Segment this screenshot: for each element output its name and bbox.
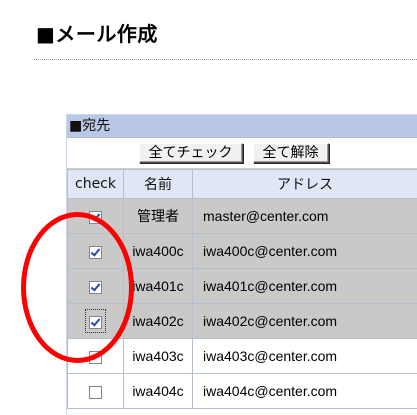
recipient-check-cell bbox=[68, 234, 124, 269]
recipient-row: 管理者master@center.com bbox=[68, 199, 417, 234]
recipient-address: iwa400c@center.com bbox=[193, 234, 417, 269]
recipient-name: iwa402c bbox=[124, 304, 193, 339]
recipient-address: iwa404c@center.com bbox=[193, 374, 417, 409]
recipient-check-cell bbox=[68, 269, 124, 304]
recipient-check-cell bbox=[68, 339, 124, 374]
recipient-name: iwa401c bbox=[124, 269, 193, 304]
recipient-name: iwa403c bbox=[124, 339, 193, 374]
column-header-name: 名前 bbox=[124, 170, 193, 199]
recipient-row: iwa402ciwa402c@center.com bbox=[68, 304, 417, 339]
recipient-row: iwa404ciwa404c@center.com bbox=[68, 374, 417, 409]
recipients-panel: ■宛先 全てチェック 全て解除 check 名前 アドレス 管理者master@… bbox=[66, 114, 417, 415]
recipient-check-cell bbox=[68, 199, 124, 234]
recipient-checkbox[interactable] bbox=[89, 316, 102, 329]
recipients-button-row: 全てチェック 全て解除 bbox=[67, 138, 417, 169]
recipient-address: iwa403c@center.com bbox=[193, 339, 417, 374]
page-title: ■メール作成 bbox=[36, 18, 158, 47]
recipient-name: iwa400c bbox=[124, 234, 193, 269]
recipient-address: master@center.com bbox=[193, 199, 417, 234]
checkbox-focus-ring bbox=[85, 309, 106, 333]
title-divider bbox=[34, 59, 417, 60]
recipient-checkbox[interactable] bbox=[89, 211, 102, 224]
recipient-check-cell bbox=[68, 374, 124, 409]
table-header-row: check 名前 アドレス bbox=[68, 170, 417, 199]
recipient-address: iwa401c@center.com bbox=[193, 269, 417, 304]
recipient-checkbox[interactable] bbox=[89, 281, 102, 294]
recipient-address: iwa402c@center.com bbox=[193, 304, 417, 339]
recipient-checkbox[interactable] bbox=[89, 386, 102, 399]
uncheck-all-button[interactable]: 全て解除 bbox=[253, 143, 329, 163]
column-header-check: check bbox=[68, 170, 124, 199]
check-all-button[interactable]: 全てチェック bbox=[139, 143, 243, 163]
recipient-check-cell bbox=[68, 304, 124, 339]
recipient-row: iwa403ciwa403c@center.com bbox=[68, 339, 417, 374]
recipient-name: iwa404c bbox=[124, 374, 193, 409]
recipient-row: iwa400ciwa400c@center.com bbox=[68, 234, 417, 269]
recipient-checkbox[interactable] bbox=[89, 246, 102, 259]
recipients-section-title: ■宛先 bbox=[67, 115, 417, 138]
recipient-checkbox[interactable] bbox=[89, 351, 102, 364]
recipients-table: check 名前 アドレス 管理者master@center.comiwa400… bbox=[67, 169, 417, 409]
recipient-name: 管理者 bbox=[124, 199, 193, 234]
column-header-address: アドレス bbox=[193, 170, 417, 199]
recipient-row: iwa401ciwa401c@center.com bbox=[68, 269, 417, 304]
